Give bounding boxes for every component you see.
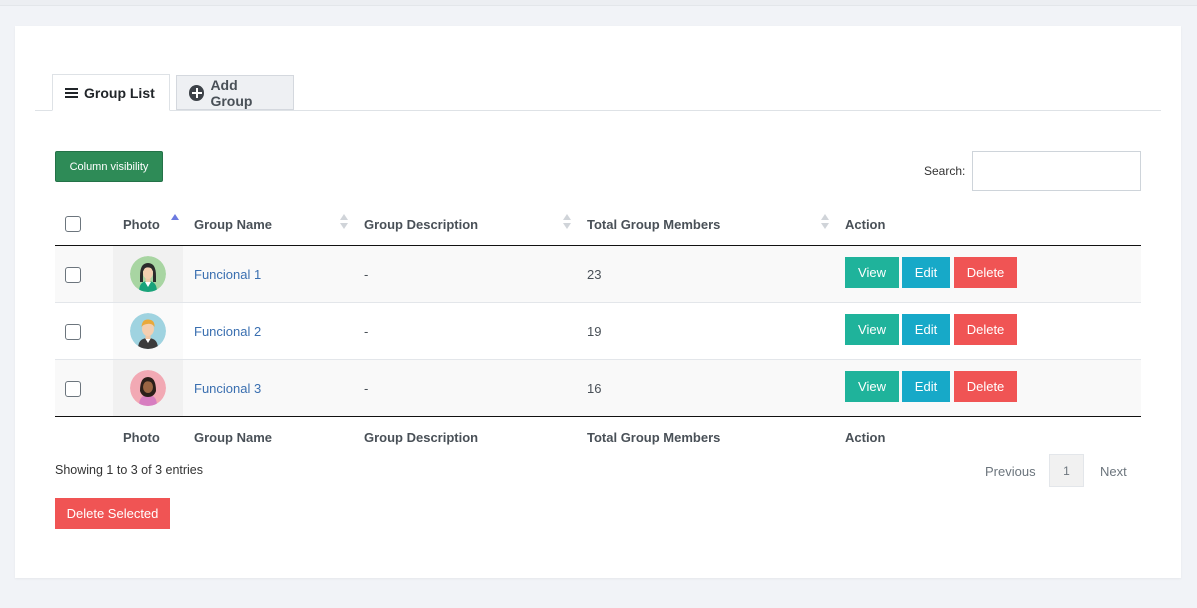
row-checkbox[interactable] bbox=[65, 267, 81, 283]
delete-button[interactable]: Delete bbox=[954, 314, 1017, 345]
group-members-cell: 19 bbox=[587, 323, 602, 339]
male-avatar-icon bbox=[130, 313, 166, 349]
photo-cell bbox=[113, 303, 183, 359]
pagination-previous[interactable]: Previous bbox=[985, 464, 1036, 479]
table-row: Funcional 1 - 23 View Edit Delete bbox=[55, 246, 1141, 303]
table-row: Funcional 2 - 19 View Edit Delete bbox=[55, 303, 1141, 360]
column-header-action: Action bbox=[845, 202, 885, 246]
select-all-checkbox[interactable] bbox=[65, 216, 81, 232]
column-header-photo[interactable]: Photo bbox=[123, 202, 160, 246]
group-description-cell: - bbox=[364, 380, 369, 396]
group-name-link[interactable]: Funcional 3 bbox=[194, 381, 261, 396]
groups-table: Photo Group Name Group Description Total… bbox=[55, 202, 1141, 457]
column-header-photo-label: Photo bbox=[123, 216, 160, 232]
row-checkbox[interactable] bbox=[65, 381, 81, 397]
column-header-action-label: Action bbox=[845, 216, 886, 232]
column-header-group-name[interactable]: Group Name bbox=[194, 202, 272, 246]
pagination-next[interactable]: Next bbox=[1100, 464, 1127, 479]
female-avatar-icon bbox=[130, 370, 166, 406]
group-name-link[interactable]: Funcional 2 bbox=[194, 324, 261, 339]
group-description-cell: - bbox=[364, 323, 369, 339]
tab-group-list[interactable]: Group List bbox=[52, 74, 170, 111]
group-name-link[interactable]: Funcional 1 bbox=[194, 267, 261, 282]
footer-action: Action bbox=[845, 429, 886, 445]
photo-cell bbox=[113, 246, 183, 302]
group-name-cell: Funcional 3 bbox=[194, 360, 261, 416]
group-members-cell: 16 bbox=[587, 380, 602, 396]
edit-button[interactable]: Edit bbox=[902, 257, 950, 288]
group-description-cell: - bbox=[364, 266, 369, 282]
column-header-group-description[interactable]: Group Description bbox=[364, 202, 478, 246]
delete-selected-button[interactable]: Delete Selected bbox=[55, 498, 170, 529]
column-visibility-button[interactable]: Column visibility bbox=[55, 151, 163, 182]
edit-button[interactable]: Edit bbox=[902, 314, 950, 345]
delete-button[interactable]: Delete bbox=[954, 371, 1017, 402]
sort-asc-icon bbox=[171, 214, 179, 230]
group-members-cell: 23 bbox=[587, 266, 602, 282]
search-label: Search: bbox=[924, 164, 966, 178]
edit-button[interactable]: Edit bbox=[902, 371, 950, 402]
pagination-page-1[interactable]: 1 bbox=[1049, 454, 1084, 487]
footer-photo: Photo bbox=[123, 429, 160, 445]
female-avatar-icon bbox=[130, 256, 166, 292]
delete-button[interactable]: Delete bbox=[954, 257, 1017, 288]
row-checkbox[interactable] bbox=[65, 324, 81, 340]
table-info: Showing 1 to 3 of 3 entries bbox=[55, 463, 204, 477]
group-name-cell: Funcional 1 bbox=[194, 246, 261, 302]
photo-cell bbox=[113, 360, 183, 416]
tab-add-group[interactable]: Add Group bbox=[176, 75, 294, 110]
view-button[interactable]: View bbox=[845, 371, 899, 402]
tab-group-list-label: Group List bbox=[84, 84, 155, 101]
sort-both-icon bbox=[563, 214, 571, 230]
search-input[interactable] bbox=[972, 151, 1141, 191]
column-header-total-members-label: Total Group Members bbox=[587, 216, 721, 232]
column-header-total-members[interactable]: Total Group Members bbox=[587, 202, 720, 246]
group-card: Group List Add Group Column visibility S… bbox=[15, 26, 1181, 578]
view-button[interactable]: View bbox=[845, 257, 899, 288]
table-header: Photo Group Name Group Description Total… bbox=[55, 202, 1141, 246]
group-name-cell: Funcional 2 bbox=[194, 303, 261, 359]
table-row: Funcional 3 - 16 View Edit Delete bbox=[55, 360, 1141, 417]
list-icon bbox=[65, 86, 78, 100]
column-header-group-description-label: Group Description bbox=[364, 216, 479, 232]
view-button[interactable]: View bbox=[845, 314, 899, 345]
footer-group-name: Group Name bbox=[194, 429, 273, 445]
sort-both-icon bbox=[821, 214, 829, 230]
plus-circle-icon bbox=[189, 84, 205, 101]
footer-group-description: Group Description bbox=[364, 429, 479, 445]
sort-both-icon bbox=[340, 214, 348, 230]
column-header-group-name-label: Group Name bbox=[194, 216, 273, 232]
tab-bar: Group List Add Group bbox=[35, 74, 1161, 111]
tab-add-group-label: Add Group bbox=[210, 76, 253, 109]
table-footer: Photo Group Name Group Description Total… bbox=[55, 417, 1141, 457]
footer-total-members: Total Group Members bbox=[587, 429, 721, 445]
top-bar bbox=[0, 0, 1197, 6]
